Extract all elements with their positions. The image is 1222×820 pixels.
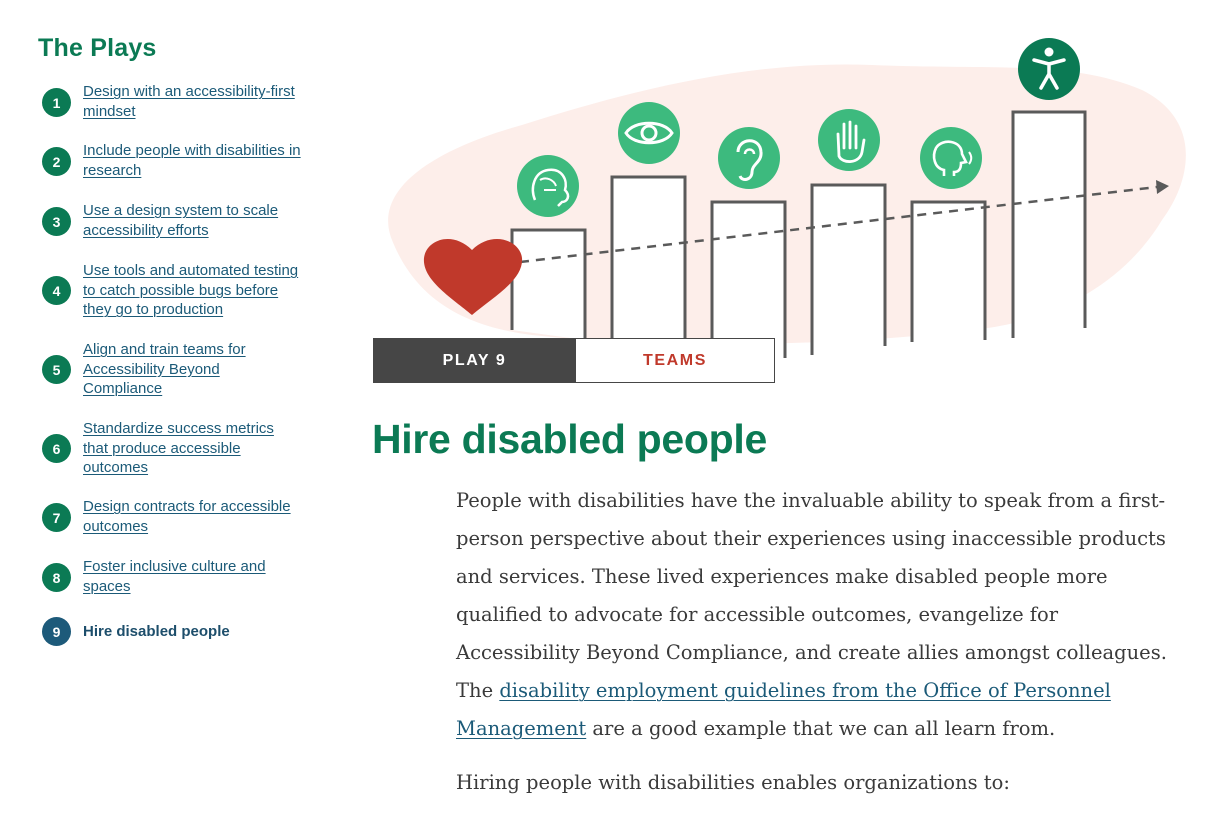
team-tag: TEAMS [576, 338, 775, 383]
play-banner: PLAY 9 TEAMS [373, 338, 775, 383]
brain-icon [517, 155, 579, 217]
play-link-5[interactable]: Align and train teams for Accessibility … [83, 340, 303, 399]
bar-4 [810, 183, 887, 355]
bar-1 [510, 228, 587, 340]
play-link-2[interactable]: Include people with disabilities in rese… [83, 141, 303, 180]
play-number-badge: 5 [42, 355, 71, 384]
play-number-label: PLAY 9 [373, 338, 576, 383]
eye-icon [618, 102, 680, 164]
bar-6 [1011, 110, 1087, 338]
play-number-badge: 6 [42, 434, 71, 463]
play-link-4[interactable]: Use tools and automated testing to catch… [83, 261, 303, 320]
intro-tail-text: are a good example that we can all learn… [586, 717, 1056, 740]
hero-illustration [388, 38, 1186, 358]
play-number-badge: 8 [42, 563, 71, 592]
play-number-badge: 4 [42, 276, 71, 305]
bar-5 [910, 200, 987, 342]
play-link-1[interactable]: Design with an accessibility-first minds… [83, 82, 303, 121]
hand-icon [818, 109, 880, 171]
intro-paragraph: People with disabilities have the invalu… [456, 482, 1176, 748]
ear-icon [718, 127, 780, 189]
intro-text: People with disabilities have the invalu… [456, 489, 1167, 702]
plays-sidebar: The Plays [38, 34, 308, 83]
play-number-badge: 2 [42, 147, 71, 176]
play-number-badge-current: 9 [42, 617, 71, 646]
play-link-3[interactable]: Use a design system to scale accessibili… [83, 201, 303, 240]
bar-3 [710, 200, 787, 358]
bar-2 [610, 175, 687, 340]
benefits-lead-paragraph: Hiring people with disabilities enables … [456, 771, 1010, 794]
sidebar-title: The Plays [38, 34, 157, 62]
play-number-badge: 7 [42, 503, 71, 532]
play-number-badge: 1 [42, 88, 71, 117]
play-label-current: Hire disabled people [83, 623, 230, 640]
play-link-8[interactable]: Foster inclusive culture and spaces [83, 557, 303, 596]
play-link-6[interactable]: Standardize success metrics that produce… [83, 419, 303, 478]
play-link-7[interactable]: Design contracts for accessible outcomes [83, 497, 303, 536]
speech-head-icon [920, 127, 982, 189]
page-title: Hire disabled people [372, 416, 767, 462]
play-number-badge: 3 [42, 207, 71, 236]
accessibility-person-icon [1018, 38, 1080, 100]
